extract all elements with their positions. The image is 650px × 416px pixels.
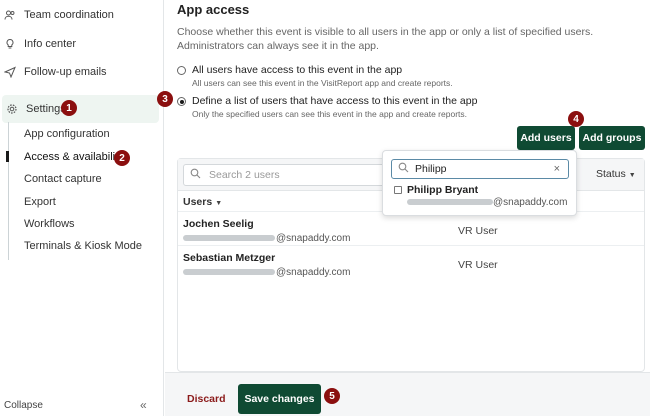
step-badge-2: 2 <box>114 150 130 166</box>
sort-caret-icon: ▼ <box>215 200 223 207</box>
redacted-email <box>183 269 275 276</box>
radio-defined-list[interactable] <box>177 97 186 106</box>
email-domain: @snapaddy.com <box>276 267 351 278</box>
collapse-chevron-icon[interactable]: « <box>140 398 147 412</box>
sidebar-subitem-export[interactable]: Export <box>24 194 56 210</box>
sidebar-item-info-center[interactable]: Info center <box>0 32 160 56</box>
sidebar-item-label: Settings <box>26 103 66 115</box>
option-all-users[interactable]: All users have access to this event in t… <box>177 64 453 88</box>
sidebar-item-label: Team coordination <box>24 9 114 21</box>
step-badge-5: 5 <box>324 388 340 404</box>
page-title: App access <box>177 2 250 17</box>
search-placeholder: Search 2 users <box>209 169 280 181</box>
sidebar-item-label: Info center <box>24 38 76 50</box>
sidebar-subitem-contact-capture[interactable]: Contact capture <box>24 171 102 187</box>
table-search-input[interactable]: Search 2 users <box>183 164 393 186</box>
option-label: All users have access to this event in t… <box>192 64 403 76</box>
user-email: @snapaddy.com <box>183 267 350 278</box>
step-badge-3: 3 <box>157 91 173 107</box>
user-email: @snapaddy.com <box>183 233 350 244</box>
collapse-button[interactable]: Collapse <box>4 400 43 411</box>
step-badge-1: 1 <box>61 100 77 116</box>
team-icon <box>4 9 16 21</box>
email-domain: @snapaddy.com <box>493 197 568 208</box>
result-user-email: @snapaddy.com <box>407 197 567 208</box>
user-search-value: Philipp <box>415 163 447 175</box>
active-item-marker <box>6 151 9 162</box>
page-description: Choose whether this event is visible to … <box>177 26 594 52</box>
user-name: Sebastian Metzger <box>183 252 276 264</box>
table-row[interactable]: Jochen Seelig @snapaddy.com VR User <box>178 211 644 247</box>
users-column-header[interactable]: Users ▼ <box>183 196 222 208</box>
user-name: Jochen Seelig <box>183 218 254 230</box>
option-hint: Only the specified users can see this ev… <box>192 109 467 119</box>
option-label: Define a list of users that have access … <box>192 95 478 107</box>
sidebar-item-team-coordination[interactable]: Team coordination <box>0 3 160 27</box>
redacted-email <box>183 235 275 242</box>
discard-button[interactable]: Discard <box>187 393 226 405</box>
search-icon <box>398 162 409 176</box>
sidebar-item-label: Follow-up emails <box>24 66 107 78</box>
result-checkbox[interactable] <box>394 186 402 194</box>
user-role: VR User <box>458 259 498 271</box>
sidebar: Team coordination Info center Follow-up … <box>0 0 164 416</box>
settings-subtree-line <box>8 122 9 260</box>
clear-icon[interactable]: × <box>554 163 560 175</box>
sidebar-item-settings[interactable]: Settings <box>2 95 159 123</box>
option-defined-list[interactable]: Define a list of users that have access … <box>177 95 477 119</box>
add-users-button[interactable]: Add users <box>517 126 575 150</box>
status-label: Status <box>596 168 626 180</box>
users-column-label: Users <box>183 196 213 208</box>
sidebar-subitem-terminals-kiosk[interactable]: Terminals & Kiosk Mode <box>24 238 142 254</box>
user-search-input[interactable]: Philipp × <box>391 159 569 179</box>
sidebar-subitem-workflows[interactable]: Workflows <box>24 216 75 232</box>
footer-bar: Discard Save changes <box>165 372 650 416</box>
radio-all-users[interactable] <box>177 66 186 75</box>
save-changes-button[interactable]: Save changes <box>238 384 321 414</box>
add-users-popover: Philipp × Philipp Bryant @snapaddy.com <box>382 150 577 216</box>
redacted-email <box>407 199 493 206</box>
chevron-down-icon: ▼ <box>628 172 636 179</box>
result-user-name[interactable]: Philipp Bryant <box>407 184 478 196</box>
status-filter-dropdown[interactable]: Status ▼ <box>596 168 636 180</box>
search-icon <box>190 168 201 182</box>
lightbulb-icon <box>4 38 16 50</box>
sidebar-item-follow-up-emails[interactable]: Follow-up emails <box>0 60 160 84</box>
step-badge-4: 4 <box>568 111 584 127</box>
user-role: VR User <box>458 225 498 237</box>
sidebar-subitem-app-configuration[interactable]: App configuration <box>24 126 110 142</box>
gear-icon <box>6 103 18 115</box>
sidebar-subitem-access-availability[interactable]: Access & availability <box>24 149 124 165</box>
send-icon <box>4 66 16 78</box>
add-groups-button[interactable]: Add groups <box>579 126 645 150</box>
option-hint: All users can see this event in the Visi… <box>192 78 453 88</box>
table-row[interactable]: Sebastian Metzger @snapaddy.com VR User <box>178 245 644 281</box>
email-domain: @snapaddy.com <box>276 233 351 244</box>
